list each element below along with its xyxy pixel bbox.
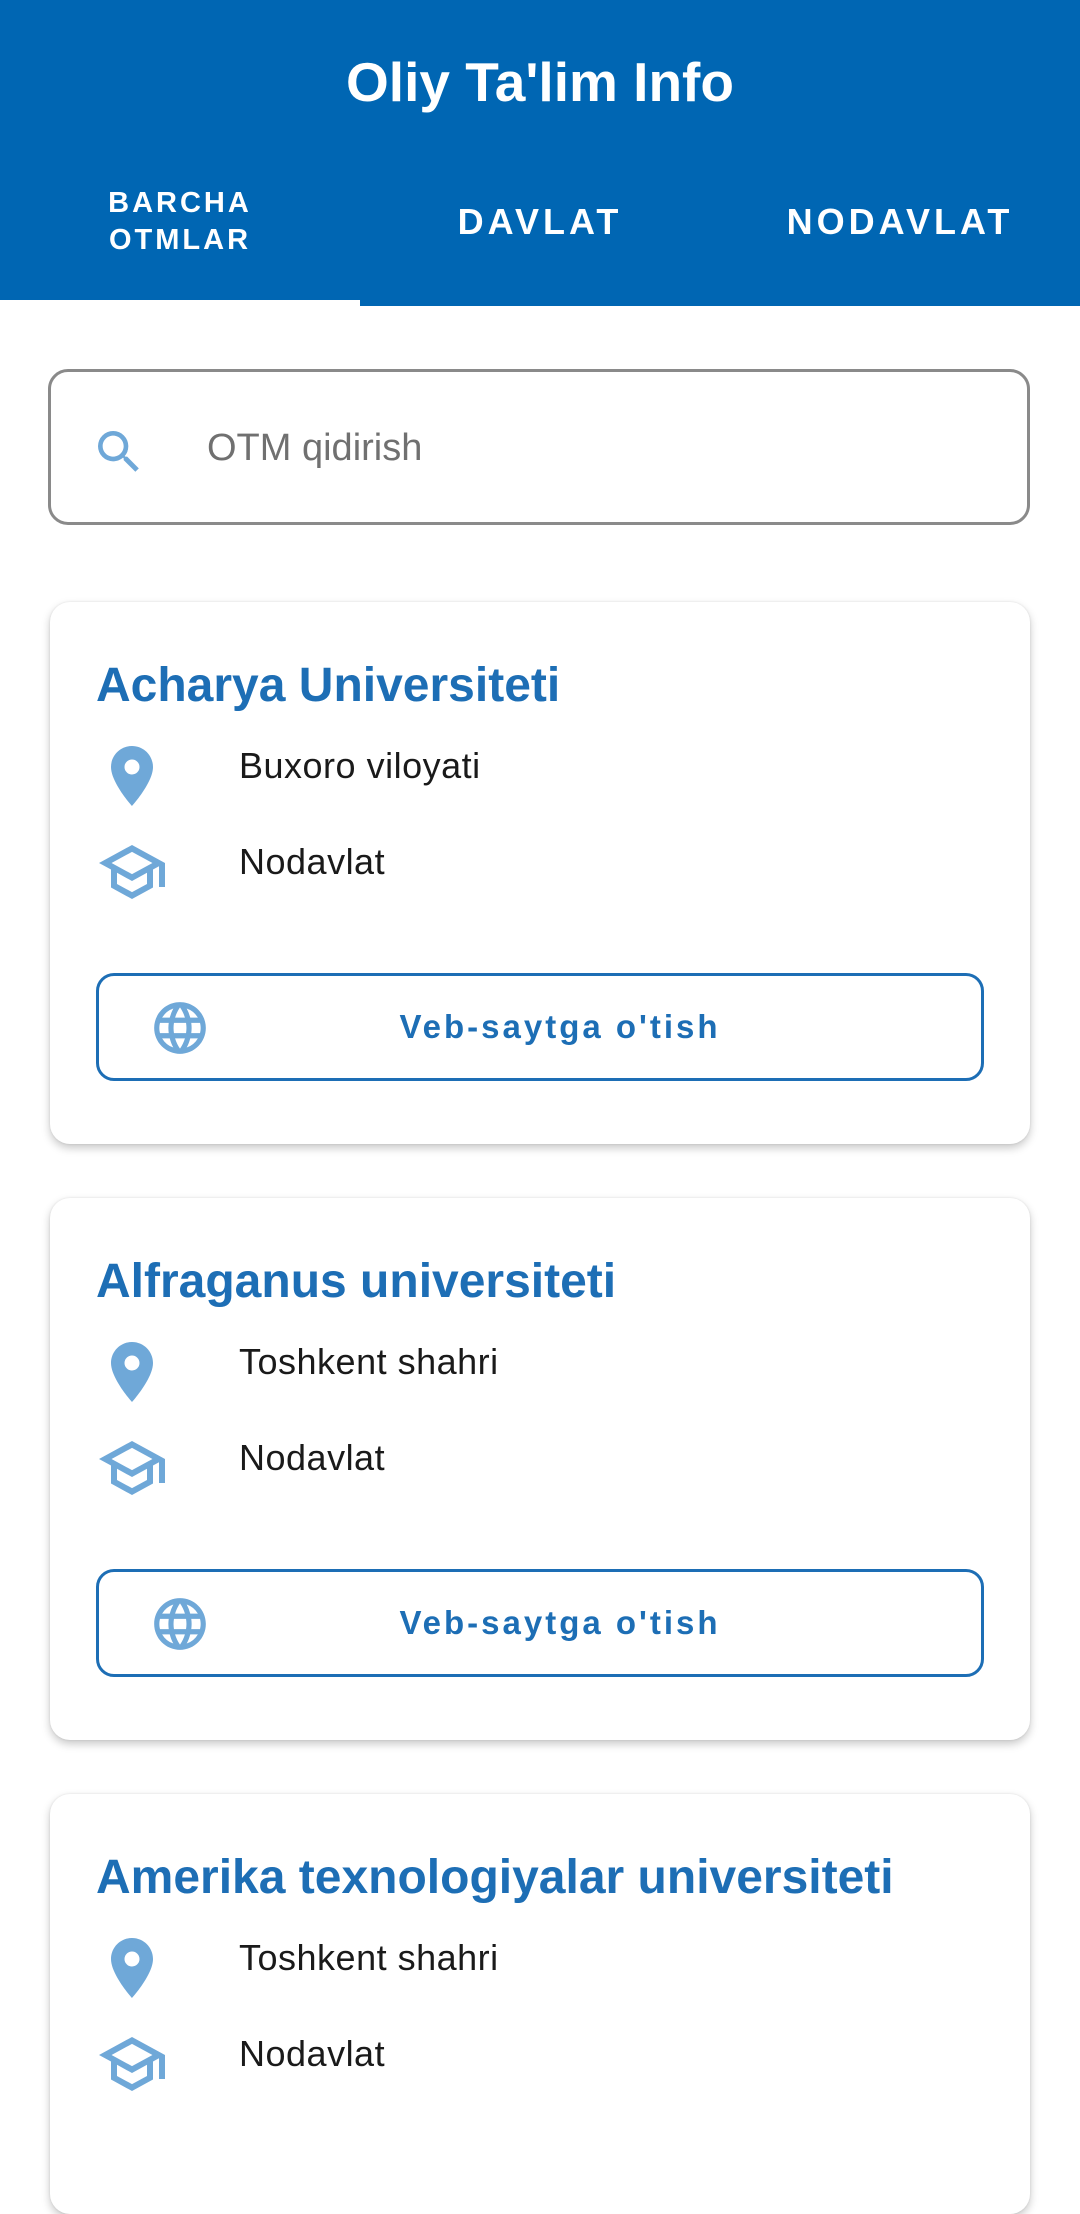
tab-private[interactable]: NODAVLAT bbox=[720, 170, 1080, 306]
app-title: Oliy Ta'lim Info bbox=[346, 51, 734, 113]
graduation-cap-icon bbox=[99, 2037, 165, 2091]
tab-state-label: DAVLAT bbox=[457, 201, 623, 243]
tab-bar: BARCHA OTMLAR DAVLAT NODAVLAT bbox=[0, 170, 1080, 306]
location-pin-icon bbox=[111, 746, 153, 806]
region-row: Toshkent shahri bbox=[96, 1336, 976, 1406]
region-text: Buxoro viloyati bbox=[239, 745, 481, 786]
region-text: Toshkent shahri bbox=[239, 1341, 499, 1382]
open-website-button[interactable]: Veb-saytga o'tish bbox=[96, 973, 984, 1081]
tab-state[interactable]: DAVLAT bbox=[360, 170, 720, 306]
location-pin-icon bbox=[111, 1938, 153, 1998]
tab-selected-indicator bbox=[0, 300, 360, 306]
tab-private-label: NODAVLAT bbox=[786, 201, 1014, 243]
app-bar: Oliy Ta'lim Info BARCHA OTMLAR DAVLAT NO… bbox=[0, 0, 1080, 306]
type-row: Nodavlat bbox=[96, 1432, 976, 1502]
university-card[interactable]: Alfraganus universiteti Toshkent shahri … bbox=[50, 1198, 1030, 1740]
university-name: Amerika texnologiyalar universiteti bbox=[96, 1851, 894, 1904]
university-card[interactable]: Acharya Universiteti Buxoro viloyati Nod… bbox=[50, 602, 1030, 1144]
type-text: Nodavlat bbox=[239, 1437, 386, 1478]
university-name: Alfraganus universiteti bbox=[96, 1255, 617, 1308]
open-website-label: Veb-saytga o'tish bbox=[399, 1008, 721, 1045]
search-input[interactable] bbox=[205, 402, 989, 494]
location-pin-icon bbox=[111, 1342, 153, 1402]
region-text: Toshkent shahri bbox=[239, 1937, 499, 1978]
type-text: Nodavlat bbox=[239, 2033, 386, 2074]
tab-all-universities-label: BARCHA OTMLAR bbox=[108, 187, 252, 256]
search-box[interactable] bbox=[48, 369, 1030, 525]
open-website-label: Veb-saytga o'tish bbox=[399, 1604, 721, 1641]
type-text: Nodavlat bbox=[239, 841, 386, 882]
region-row: Toshkent shahri bbox=[96, 1932, 976, 2002]
graduation-cap-icon bbox=[99, 845, 165, 899]
university-name: Acharya Universiteti bbox=[96, 659, 561, 712]
open-website-button[interactable]: Veb-saytga o'tish bbox=[96, 1569, 984, 1677]
tab-all-universities[interactable]: BARCHA OTMLAR bbox=[0, 170, 360, 306]
type-row: Nodavlat bbox=[96, 2028, 976, 2098]
region-row: Buxoro viloyati bbox=[96, 740, 976, 810]
university-card[interactable]: Amerika texnologiyalar universiteti Tosh… bbox=[50, 1794, 1030, 2214]
search-icon bbox=[98, 431, 139, 472]
graduation-cap-icon bbox=[99, 1441, 165, 1495]
type-row: Nodavlat bbox=[96, 836, 976, 906]
